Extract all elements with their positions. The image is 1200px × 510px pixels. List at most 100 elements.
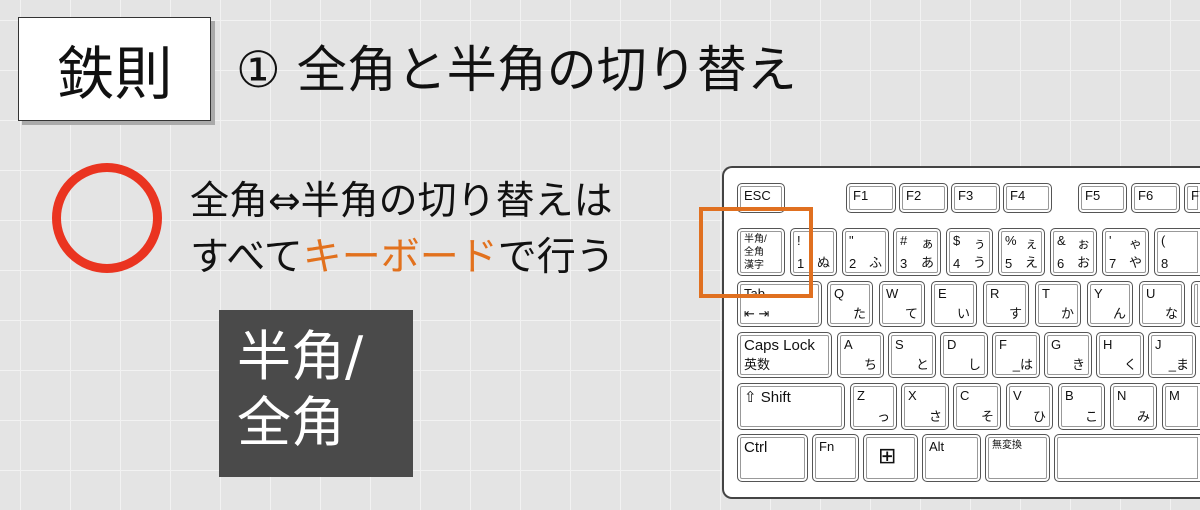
key-q[interactable]: Qた xyxy=(827,281,873,327)
key-m[interactable]: M xyxy=(1162,383,1200,430)
key-legend: ( xyxy=(1161,233,1166,248)
key-u[interactable]: Uな xyxy=(1139,281,1185,327)
key-legend: W xyxy=(886,286,899,301)
key-d[interactable]: Dし xyxy=(940,332,988,378)
key-legend: い xyxy=(956,306,970,321)
key-e[interactable]: Eい xyxy=(931,281,977,327)
key-key[interactable]: % ぇ 5 え xyxy=(998,228,1045,276)
key-legend: _ま xyxy=(1168,357,1189,372)
key-legend: E xyxy=(938,286,947,301)
key-legend: な xyxy=(1164,306,1178,321)
key-legend: さ xyxy=(928,409,942,424)
key-f3[interactable]: F3 xyxy=(951,183,1000,213)
key-f2[interactable]: F2 xyxy=(899,183,948,213)
key-legend: み xyxy=(1136,409,1150,424)
statement-line-1: 全角⇔半角の切り替えは xyxy=(190,179,613,224)
key-legend: っ xyxy=(876,409,890,424)
key-legend: て xyxy=(904,306,918,321)
key-legend: そ xyxy=(980,409,994,424)
key-space[interactable] xyxy=(1054,434,1200,482)
statement-line-2: すべてキーボードで行う xyxy=(190,226,615,282)
callout-line: 全角 xyxy=(237,391,345,454)
key-legend: D xyxy=(947,337,957,352)
key-legend: F xyxy=(999,337,1007,352)
key-legend: う xyxy=(972,255,986,270)
key-r[interactable]: Rす xyxy=(983,281,1029,327)
key-j[interactable]: J _ま xyxy=(1148,332,1196,378)
key-legend: Z xyxy=(857,388,865,403)
key-legend: N xyxy=(1117,388,1127,403)
key-y[interactable]: Yん xyxy=(1087,281,1133,327)
key-legend: " xyxy=(849,233,854,248)
key-legend: 6 xyxy=(1057,256,1065,271)
key-f1[interactable]: F1 xyxy=(846,183,896,213)
key-legend: ち xyxy=(863,357,877,372)
key-legend: X xyxy=(908,388,917,403)
key-legend: 無変換 xyxy=(992,440,1022,451)
key-key[interactable]: " 2 ふ xyxy=(842,228,889,276)
key-legend: ⇤ ⇥ xyxy=(744,306,770,321)
key-f4[interactable]: F4 xyxy=(1003,183,1052,213)
key-key[interactable]: $ ぅ 4 う xyxy=(946,228,993,276)
key-legend: Q xyxy=(834,286,845,301)
key-key[interactable]: 無変換 xyxy=(985,434,1050,482)
key-fn[interactable]: Fn xyxy=(812,434,859,482)
key-legend: 英数 xyxy=(744,357,771,372)
key-s[interactable]: Sと xyxy=(888,332,936,378)
key-z[interactable]: Zっ xyxy=(850,383,897,430)
key-legend: F1 xyxy=(853,188,869,203)
key-legend: く xyxy=(1123,357,1137,372)
key-alt[interactable]: Alt xyxy=(922,434,981,482)
key-x[interactable]: Xさ xyxy=(901,383,949,430)
key-f6[interactable]: F6 xyxy=(1131,183,1180,213)
key-legend: S xyxy=(895,337,904,352)
key-c[interactable]: Cそ xyxy=(953,383,1001,430)
key-h[interactable]: Hく xyxy=(1096,332,1144,378)
key-legend: Ctrl xyxy=(744,439,768,456)
key-legend: F2 xyxy=(906,188,922,203)
key-legend: J xyxy=(1155,337,1162,352)
key-t[interactable]: Tか xyxy=(1035,281,1081,327)
correct-circle-icon xyxy=(52,163,162,273)
key-legend: F4 xyxy=(1010,188,1026,203)
key-shift[interactable]: ⇧ Shift xyxy=(737,383,845,430)
key-legend: た xyxy=(852,306,866,321)
key-legend: % xyxy=(1005,233,1017,248)
key-legend: と xyxy=(915,357,929,372)
key-legend: H xyxy=(1103,337,1113,352)
statement-text: で行う xyxy=(497,235,615,280)
key-f7[interactable]: F7 xyxy=(1184,183,1200,213)
key-key[interactable]: & ぉ 6 お xyxy=(1050,228,1097,276)
key-key[interactable]: ⊞ xyxy=(863,434,918,482)
key-capslock[interactable]: Caps Lock 英数 xyxy=(737,332,832,378)
key-legend: 8 xyxy=(1161,256,1169,271)
key-a[interactable]: Aち xyxy=(837,332,884,378)
key-space[interactable] xyxy=(1191,281,1200,327)
key-legend: Y xyxy=(1094,286,1103,301)
key-legend: B xyxy=(1065,388,1074,403)
key-legend: R xyxy=(990,286,1000,301)
key-legend: T xyxy=(1042,286,1050,301)
key-w[interactable]: Wて xyxy=(879,281,925,327)
key-key[interactable]: (8 xyxy=(1154,228,1200,276)
key-n[interactable]: Nみ xyxy=(1110,383,1157,430)
key-legend: F7 xyxy=(1191,188,1200,203)
key-f[interactable]: F _は xyxy=(992,332,1040,378)
key-legend: # xyxy=(900,233,908,248)
key-legend: Alt xyxy=(929,439,945,454)
key-v[interactable]: Vひ xyxy=(1006,383,1053,430)
key-legend: ぅ xyxy=(972,236,986,251)
key-ctrl[interactable]: Ctrl xyxy=(737,434,808,482)
key-b[interactable]: Bこ xyxy=(1058,383,1105,430)
key-key[interactable]: ' ゃ 7 や xyxy=(1102,228,1149,276)
key-legend: し xyxy=(967,357,981,372)
key-legend: Caps Lock xyxy=(744,337,815,354)
key-legend: $ xyxy=(953,233,961,248)
key-legend: か xyxy=(1060,306,1074,321)
key-key[interactable]: # ぁ 3 あ xyxy=(893,228,941,276)
callout-line: 半角/ xyxy=(237,325,364,388)
key-legend: お xyxy=(1076,255,1090,270)
statement-text: すべて xyxy=(190,235,303,280)
key-g[interactable]: Gき xyxy=(1044,332,1092,378)
key-f5[interactable]: F5 xyxy=(1078,183,1127,213)
